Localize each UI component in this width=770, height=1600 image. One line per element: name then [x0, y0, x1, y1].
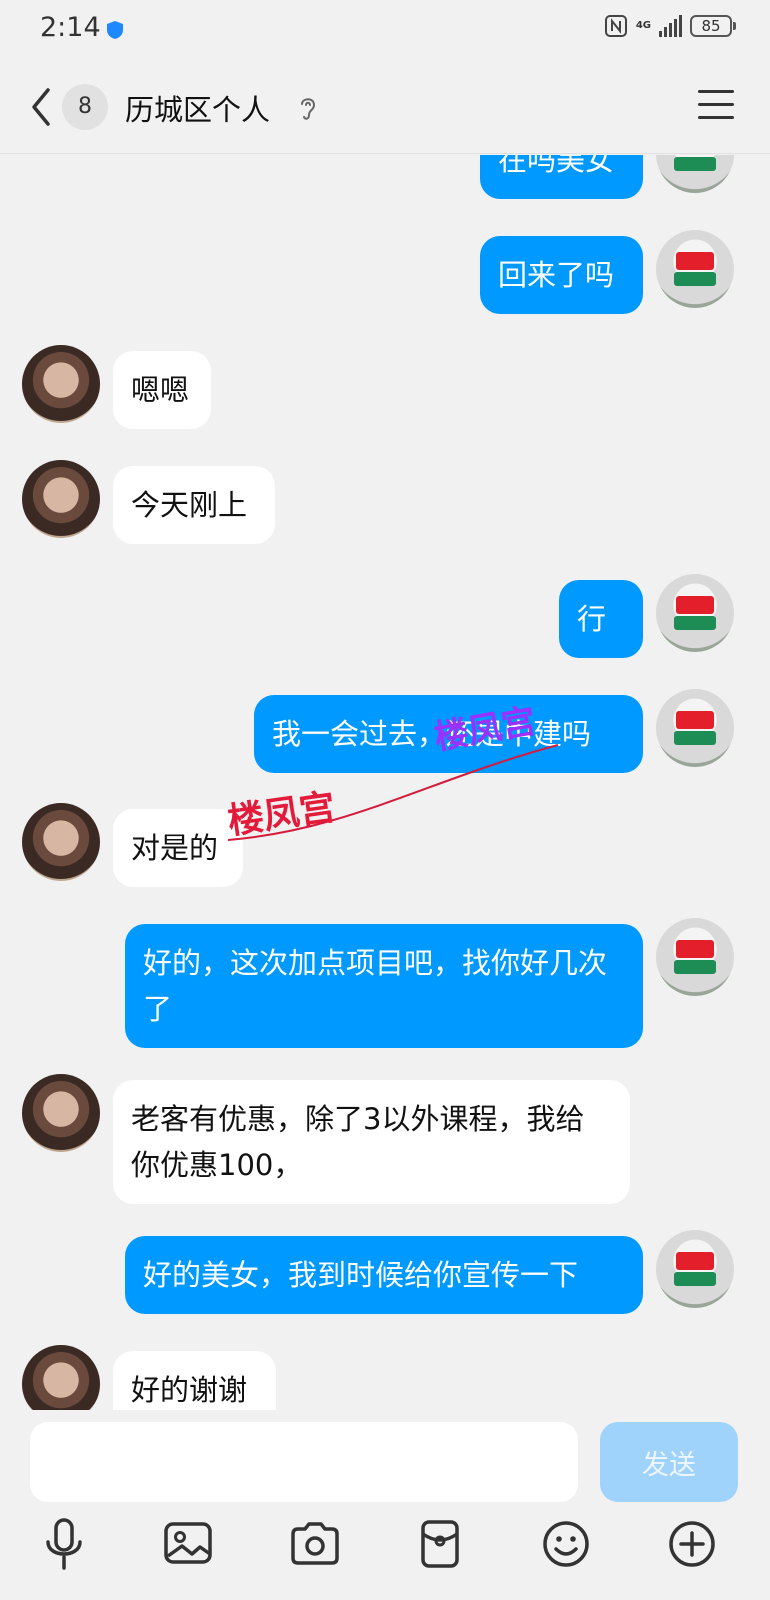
camera-icon[interactable]: [285, 1514, 345, 1574]
input-toolbar: [0, 1514, 770, 1584]
my-avatar[interactable]: [656, 155, 734, 193]
battery-icon: 85: [690, 15, 736, 37]
message-bubble[interactable]: 对是的: [113, 809, 243, 887]
message-bubble[interactable]: 老客有优惠，除了3以外课程，我给你优惠100，: [113, 1080, 630, 1204]
message-list[interactable]: 在吗美女 回来了吗 嗯嗯 今天刚上 行 我一会过去，还是中建吗 对是的 好的，这…: [0, 155, 770, 1410]
message-bubble[interactable]: 好的，这次加点项目吧，找你好几次了: [125, 924, 643, 1048]
chat-header: 8 历城区个人: [0, 60, 770, 154]
send-button[interactable]: 发送: [600, 1422, 738, 1502]
signal-icon: [659, 15, 682, 37]
chat-title: 历城区个人: [125, 93, 271, 127]
red-packet-icon[interactable]: [410, 1514, 470, 1574]
message-bubble[interactable]: 在吗美女: [480, 155, 643, 199]
my-avatar[interactable]: [656, 918, 734, 996]
contact-avatar[interactable]: [22, 345, 100, 423]
status-bar: 2:14 4G 85: [0, 0, 770, 60]
message-bubble[interactable]: 好的美女，我到时候给你宣传一下: [125, 1236, 643, 1314]
message-bubble[interactable]: 回来了吗: [480, 236, 643, 314]
back-icon[interactable]: [26, 84, 56, 130]
nfc-icon: [604, 15, 627, 37]
microphone-icon[interactable]: [34, 1514, 94, 1574]
status-time: 2:14: [40, 12, 101, 43]
input-area: 发送: [0, 1410, 770, 1600]
ear-icon[interactable]: [296, 94, 320, 122]
unread-count-badge[interactable]: 8: [62, 84, 108, 130]
contact-avatar[interactable]: [22, 1345, 100, 1410]
plus-icon[interactable]: [662, 1514, 722, 1574]
menu-icon[interactable]: [698, 90, 734, 120]
message-bubble[interactable]: 嗯嗯: [113, 351, 211, 429]
message-input[interactable]: [30, 1422, 578, 1502]
status-icons: 4G 85: [604, 14, 736, 38]
my-avatar[interactable]: [656, 689, 734, 767]
message-bubble[interactable]: 行: [559, 580, 643, 658]
shield-icon: [107, 21, 123, 39]
my-avatar[interactable]: [656, 230, 734, 308]
my-avatar[interactable]: [656, 1230, 734, 1308]
message-bubble[interactable]: 好的谢谢: [113, 1351, 276, 1410]
emoji-icon[interactable]: [536, 1514, 596, 1574]
contact-avatar[interactable]: [22, 460, 100, 538]
image-icon[interactable]: [158, 1514, 218, 1574]
contact-avatar[interactable]: [22, 803, 100, 881]
network-type: 4G: [635, 20, 651, 31]
my-avatar[interactable]: [656, 574, 734, 652]
message-bubble[interactable]: 今天刚上: [113, 466, 275, 544]
contact-avatar[interactable]: [22, 1074, 100, 1152]
